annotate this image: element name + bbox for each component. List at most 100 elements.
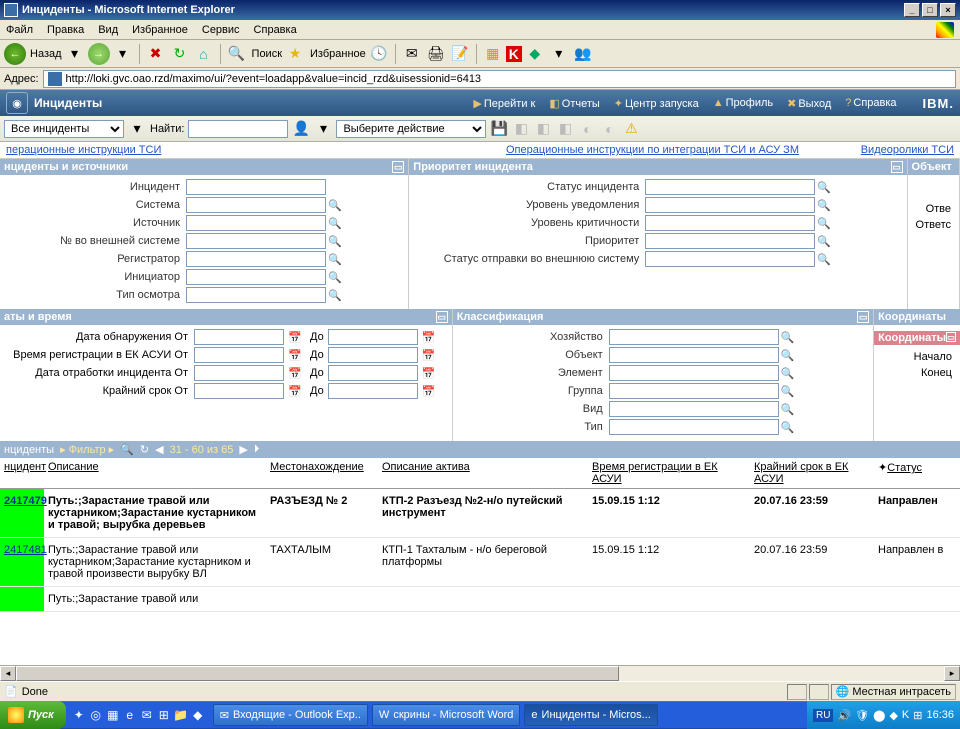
lookup-icon[interactable]: 🔍 — [781, 385, 793, 397]
field-input[interactable] — [645, 179, 815, 195]
tb-icon-5[interactable]: ◐ — [578, 120, 596, 138]
menu-favorites[interactable]: Избранное — [132, 24, 188, 36]
lookup-icon[interactable]: 🔍 — [328, 217, 340, 229]
home-icon[interactable]: ⌂ — [193, 43, 215, 65]
field-input[interactable] — [645, 197, 815, 213]
start-button[interactable]: Пуск — [0, 701, 66, 729]
address-input[interactable]: http://loki.gvc.oao.rzd/maximo/ui/?event… — [43, 70, 956, 88]
col-incident[interactable]: нцидент — [0, 458, 44, 488]
date-from-input[interactable] — [194, 347, 284, 363]
results-refresh-icon[interactable]: ↻ — [140, 443, 149, 456]
lookup-icon[interactable]: 🔍 — [781, 349, 793, 361]
field-input[interactable] — [645, 233, 815, 249]
reports-link[interactable]: ◧Отчеты — [549, 97, 599, 110]
lookup-icon[interactable]: 🔍 — [817, 181, 829, 193]
calendar-icon[interactable]: 📅 — [422, 384, 436, 398]
taskbar-item[interactable]: e Инциденты - Micros... — [524, 704, 657, 726]
menu-view[interactable]: Вид — [98, 24, 118, 36]
start-center-link[interactable]: ✦Центр запуска — [614, 97, 699, 110]
section-minimize-icon[interactable]: ▭ — [392, 161, 404, 173]
menu-help[interactable]: Справка — [254, 24, 297, 36]
scroll-right-arrow[interactable]: ▸ — [944, 666, 960, 681]
menu-edit[interactable]: Правка — [47, 24, 84, 36]
field-input[interactable] — [609, 383, 779, 399]
incident-id[interactable]: 2417479 — [0, 489, 44, 537]
lookup-icon[interactable]: 🔍 — [817, 253, 829, 265]
find-input[interactable] — [188, 120, 288, 138]
section-minimize-icon[interactable]: ▭ — [891, 161, 903, 173]
action-select[interactable]: Выберите действие — [336, 120, 486, 138]
section-minimize-icon[interactable]: ▭ — [857, 311, 869, 323]
calendar-icon[interactable]: 📅 — [288, 366, 302, 380]
field-input[interactable] — [609, 329, 779, 345]
results-last-icon[interactable]: ⏵ — [254, 443, 260, 456]
incident-id[interactable]: 2417481 — [0, 538, 44, 586]
toolbar-icon-1[interactable]: ▦ — [482, 43, 504, 65]
taskbar-item[interactable]: ✉ Входящие - Outlook Exp.. — [213, 704, 368, 726]
field-input[interactable] — [186, 233, 326, 249]
search-icon[interactable]: 🔍 — [226, 43, 248, 65]
calendar-icon[interactable]: 📅 — [288, 384, 302, 398]
link-integration-instr[interactable]: Операционные инструкции по интеграции ТС… — [506, 144, 799, 156]
section-minimize-icon[interactable]: ▭ — [436, 311, 448, 323]
date-from-input[interactable] — [194, 329, 284, 345]
col-status[interactable]: ✦Статус — [874, 458, 954, 488]
field-input[interactable] — [186, 287, 326, 303]
col-reg-time[interactable]: Время регистрации в ЕК АСУИ — [588, 458, 750, 488]
help-link[interactable]: ?Справка — [845, 97, 896, 109]
signout-link[interactable]: ✖Выход — [787, 97, 831, 110]
result-row[interactable]: 2417479 Путь:;Зарастание травой или куст… — [0, 489, 960, 538]
date-to-input[interactable] — [328, 383, 418, 399]
menu-file[interactable]: Файл — [6, 24, 33, 36]
date-from-input[interactable] — [194, 383, 284, 399]
calendar-icon[interactable]: 📅 — [422, 330, 436, 344]
field-input[interactable] — [609, 401, 779, 417]
tb-icon-6[interactable]: ◐ — [600, 120, 618, 138]
link-video[interactable]: Видеоролики ТСИ — [861, 144, 954, 156]
tb-icon-4[interactable]: ◧ — [556, 120, 574, 138]
lookup-icon[interactable]: 🔍 — [328, 253, 340, 265]
find-dropdown-icon[interactable]: ▾ — [314, 120, 332, 138]
scroll-thumb[interactable] — [16, 666, 619, 681]
taskbar-item[interactable]: W скрины - Microsoft Word — [372, 704, 520, 726]
result-row[interactable]: Путь:;Зарастание травой или — [0, 587, 960, 612]
content-horizontal-scrollbar[interactable]: ◂ ▸ — [0, 665, 960, 681]
date-to-input[interactable] — [328, 329, 418, 345]
field-input[interactable] — [186, 269, 326, 285]
results-icon[interactable]: 🔍 — [120, 443, 134, 456]
view-icon[interactable]: ▾ — [128, 120, 146, 138]
favorites-icon[interactable]: ★ — [284, 43, 306, 65]
minimize-button[interactable]: _ — [904, 3, 920, 17]
forward-button[interactable]: → — [88, 43, 110, 65]
search-label[interactable]: Поиск — [252, 48, 282, 60]
view-select[interactable]: Все инциденты — [4, 120, 124, 138]
date-from-input[interactable] — [194, 365, 284, 381]
lookup-icon[interactable]: 🔍 — [781, 403, 793, 415]
tray-icon[interactable]: K — [902, 709, 909, 721]
edit-icon[interactable]: 📝 — [449, 43, 471, 65]
col-location[interactable]: Местонахождение — [266, 458, 378, 488]
calendar-icon[interactable]: 📅 — [422, 348, 436, 362]
calendar-icon[interactable]: 📅 — [288, 330, 302, 344]
filter-toggle[interactable]: ▸ Фильтр ▸ — [60, 443, 114, 456]
forward-dropdown[interactable]: ▾ — [112, 43, 134, 65]
field-input[interactable] — [186, 251, 326, 267]
date-to-input[interactable] — [328, 347, 418, 363]
print-icon[interactable]: 🖨 — [425, 43, 447, 65]
lookup-icon[interactable]: 🔍 — [328, 289, 340, 301]
date-to-input[interactable] — [328, 365, 418, 381]
field-input[interactable] — [645, 251, 815, 267]
results-next-icon[interactable]: ▶ — [239, 443, 247, 456]
result-row[interactable]: 2417481 Путь:;Зарастание травой или куст… — [0, 538, 960, 587]
lookup-icon[interactable]: 🔍 — [781, 421, 793, 433]
col-description[interactable]: Описание — [44, 458, 266, 488]
tb-save-icon[interactable]: 💾 — [490, 120, 508, 138]
tb-icon-2[interactable]: ◧ — [512, 120, 530, 138]
lookup-icon[interactable]: 🔍 — [328, 199, 340, 211]
lookup-icon[interactable]: 🔍 — [817, 199, 829, 211]
lookup-icon[interactable]: 🔍 — [781, 331, 793, 343]
back-button[interactable]: ← — [4, 43, 26, 65]
results-prev-icon[interactable]: ◀ — [155, 443, 163, 456]
field-input[interactable] — [609, 419, 779, 435]
field-input[interactable] — [186, 179, 326, 195]
